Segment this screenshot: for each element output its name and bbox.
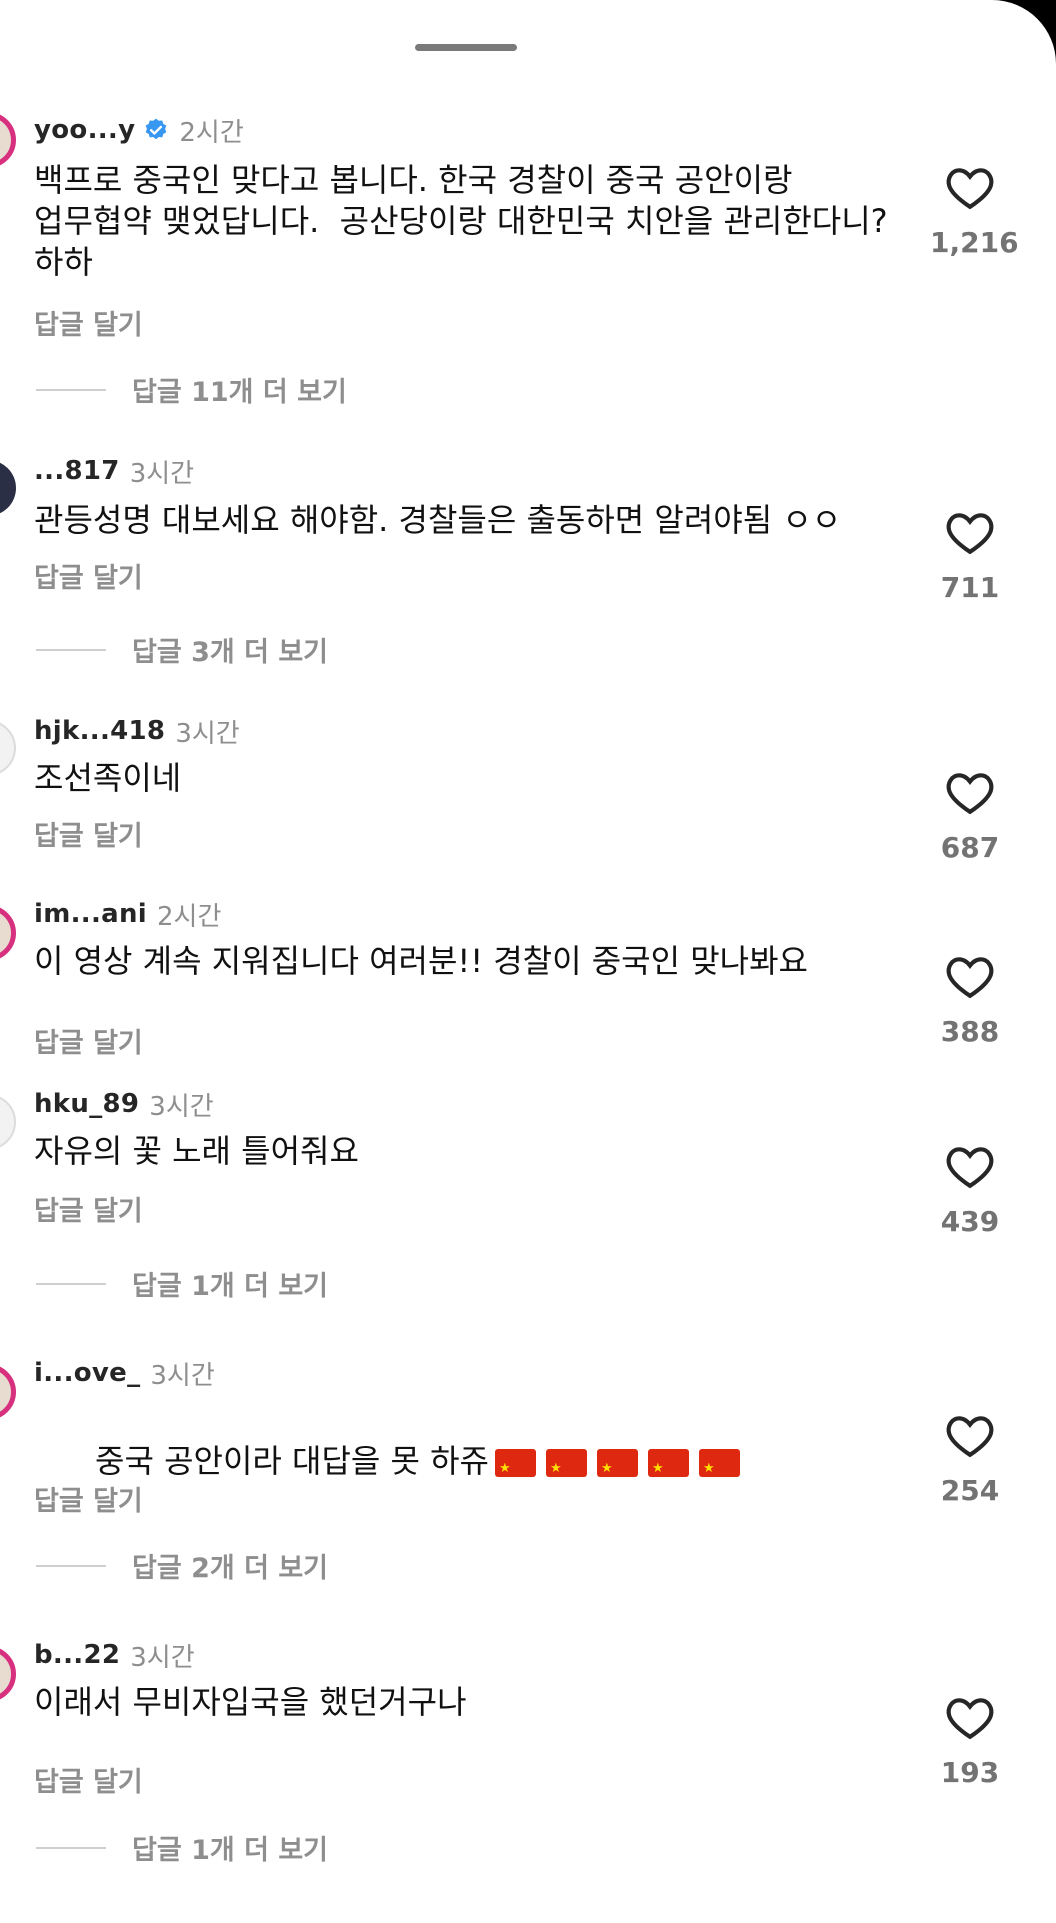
view-more-replies-label: 답글 2개 더 보기	[132, 1553, 329, 1584]
view-more-replies[interactable]: 답글 2개 더 보기	[36, 1546, 328, 1585]
avatar[interactable]	[0, 1094, 16, 1150]
username[interactable]: hku_89	[34, 1089, 139, 1119]
sheet-grabber[interactable]	[415, 44, 517, 51]
reply-button[interactable]: 답글 달기	[34, 814, 143, 853]
avatar[interactable]	[0, 1646, 16, 1702]
comment-text: 중국 공안이라 대답을 못 하쥬	[34, 1400, 894, 1523]
replies-divider	[36, 1282, 106, 1285]
comment-meta: hjk...418 3시간	[34, 714, 240, 749]
like-control[interactable]: 1,216	[930, 164, 1019, 259]
username[interactable]: hjk...418	[34, 716, 165, 746]
like-control[interactable]: 254	[930, 1412, 1010, 1507]
reply-button[interactable]: 답글 달기	[34, 1760, 143, 1799]
username[interactable]: ...817	[34, 456, 120, 486]
comment-meta: ...817 3시간	[34, 454, 195, 489]
avatar[interactable]	[0, 1364, 16, 1420]
reply-button[interactable]: 답글 달기	[34, 1189, 143, 1228]
username[interactable]: b...22	[34, 1640, 120, 1670]
replies-divider	[36, 1564, 106, 1567]
comment-text: 조선족이네	[34, 759, 182, 797]
avatar[interactable]	[0, 460, 16, 516]
username[interactable]: i...ove_	[34, 1358, 140, 1388]
comment-time: 2시간	[157, 901, 222, 932]
reply-button[interactable]: 답글 달기	[34, 556, 143, 595]
comment-text: 이래서 무비자입국을 했던거구나	[34, 1683, 467, 1721]
comment-text-body: 중국 공안이라 대답을 못 하쥬	[95, 1442, 489, 1480]
comments-sheet: yoo...y 2시간 백프로 중국인 맞다고 봅니다. 한국 경찰이 중국 공…	[0, 0, 1056, 1923]
comment-meta: yoo...y 2시간	[34, 113, 244, 148]
heart-outline-icon[interactable]	[945, 1412, 995, 1458]
username[interactable]: yoo...y	[34, 115, 135, 145]
replies-divider	[36, 1846, 106, 1849]
like-count: 254	[940, 1474, 1000, 1507]
reply-button[interactable]: 답글 달기	[34, 1479, 143, 1518]
comment-time: 3시간	[129, 458, 195, 489]
china-flag-icon	[546, 1448, 587, 1489]
heart-outline-icon[interactable]	[945, 1143, 995, 1189]
china-flag-icon	[495, 1448, 536, 1489]
view-more-replies[interactable]: 답글 1개 더 보기	[36, 1264, 328, 1303]
reply-button[interactable]: 답글 달기	[34, 303, 143, 342]
comment-meta: hku_89 3시간	[34, 1087, 214, 1122]
like-control[interactable]: 687	[930, 769, 1010, 864]
avatar[interactable]	[0, 905, 16, 961]
comment-meta: b...22 3시간	[34, 1638, 195, 1673]
comment-text: 백프로 중국인 맞다고 봅니다. 한국 경찰이 중국 공안이랑 업무협약 맺었답…	[34, 161, 898, 281]
username[interactable]: im...ani	[34, 899, 147, 929]
like-count: 687	[940, 831, 1000, 864]
reply-button[interactable]: 답글 달기	[34, 1021, 143, 1060]
heart-outline-icon[interactable]	[945, 769, 995, 815]
china-flag-icon	[597, 1448, 638, 1489]
comment-time: 3시간	[175, 718, 240, 749]
avatar[interactable]	[0, 720, 16, 776]
avatar[interactable]	[0, 112, 16, 168]
comment-text: 이 영상 계속 지워집니다 여러분!! 경찰이 중국인 맞나봐요	[34, 942, 808, 980]
like-control[interactable]: 439	[930, 1143, 1010, 1238]
comment-time: 3시간	[130, 1642, 195, 1673]
view-more-replies[interactable]: 답글 3개 더 보기	[36, 630, 328, 669]
view-more-replies[interactable]: 답글 1개 더 보기	[36, 1828, 328, 1867]
like-count: 388	[940, 1015, 1000, 1048]
heart-outline-icon[interactable]	[945, 164, 995, 210]
replies-divider	[36, 388, 106, 391]
comment-time: 3시간	[149, 1091, 214, 1122]
like-control[interactable]: 711	[930, 509, 1010, 604]
replies-divider	[36, 648, 106, 651]
view-more-replies[interactable]: 답글 11개 더 보기	[36, 370, 347, 409]
comment-text: 관등성명 대보세요 해야함. 경찰들은 출동하면 알려야됨 ㅇㅇ	[34, 501, 842, 539]
china-flag-icon	[699, 1448, 740, 1489]
comment-meta: im...ani 2시간	[34, 897, 222, 932]
like-count: 1,216	[930, 226, 1019, 259]
view-more-replies-label: 답글 3개 더 보기	[132, 637, 329, 668]
heart-outline-icon[interactable]	[945, 509, 995, 555]
comment-meta: i...ove_ 3시간	[34, 1356, 215, 1391]
verified-badge-icon	[146, 118, 167, 140]
view-more-replies-label: 답글 1개 더 보기	[132, 1271, 329, 1302]
like-count: 439	[940, 1205, 1000, 1238]
view-more-replies-label: 답글 11개 더 보기	[132, 377, 347, 408]
heart-outline-icon[interactable]	[945, 1694, 995, 1740]
flag-emoji-group	[495, 1448, 740, 1489]
like-count: 193	[940, 1756, 1000, 1789]
comment-text: 자유의 꽃 노래 틀어줘요	[34, 1132, 359, 1170]
view-more-replies-label: 답글 1개 더 보기	[132, 1835, 329, 1866]
heart-outline-icon[interactable]	[945, 953, 995, 999]
comment-time: 3시간	[150, 1360, 215, 1391]
like-control[interactable]: 193	[930, 1694, 1010, 1789]
like-count: 711	[940, 571, 1000, 604]
china-flag-icon	[648, 1448, 689, 1489]
comment-time: 2시간	[179, 117, 244, 148]
like-control[interactable]: 388	[930, 953, 1010, 1048]
